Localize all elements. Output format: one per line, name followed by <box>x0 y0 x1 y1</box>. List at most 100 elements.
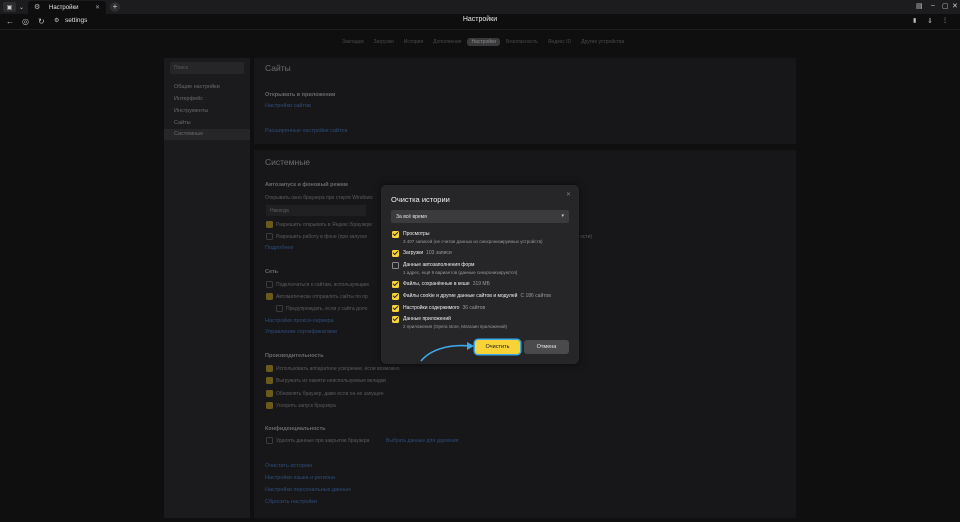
sidebar-item-general[interactable]: Общие настройки <box>164 82 250 93</box>
privacy-heading: Конфиденциальность <box>265 426 326 432</box>
tab-title: Настройки <box>49 4 79 11</box>
close-window-icon[interactable]: ✕ <box>952 2 958 10</box>
reset-settings-link[interactable]: Сбросить настройки <box>265 499 317 505</box>
allow-open-yandex-label: Разрешить открывать в Яндекс Браузере <box>276 222 373 228</box>
item-label: Просмотры <box>403 231 430 237</box>
checkbox-cookies[interactable] <box>392 292 399 300</box>
plus-icon: + <box>112 2 118 11</box>
performance-item: Ускорять запуск браузера <box>276 403 336 409</box>
checkbox[interactable] <box>266 293 273 300</box>
downloads-icon[interactable]: ⇓ <box>927 17 933 26</box>
item-subtext: 3 407 записей (не считая данных из синхр… <box>403 239 543 244</box>
advanced-site-settings-link[interactable]: Расширенные настройки сайтов <box>265 128 347 134</box>
minimize-icon[interactable]: – <box>931 2 935 9</box>
item-row: Файлы cookie и другие данные сайтов и мо… <box>403 293 551 299</box>
clear-history-link[interactable]: Очистить историю <box>265 463 312 469</box>
item-label: Данные автозаполнения форм <box>403 262 475 268</box>
checkbox-app-data[interactable] <box>392 315 399 323</box>
gear-icon: ⚙ <box>34 4 41 11</box>
checkbox-cache[interactable] <box>392 280 399 288</box>
checkbox[interactable] <box>266 365 273 372</box>
network-item: Автоматически отправлять сайты по пр <box>276 294 368 300</box>
bookmark-icon[interactable]: ▤ <box>916 2 923 10</box>
sidebar-item-tools[interactable]: Инструменты <box>164 106 250 117</box>
topnav-item[interactable]: Дополнения <box>429 38 465 46</box>
checkbox[interactable] <box>266 281 273 288</box>
clear-button[interactable]: Очистить <box>475 340 520 354</box>
item-label: Настройки содержимого <box>403 305 460 311</box>
topnav-item[interactable]: Безопасность <box>502 38 542 46</box>
autostart-heading: Автозапуск и фоновый режим <box>265 182 348 188</box>
item-row: Настройки содержимого 36 сайтов <box>403 305 485 311</box>
close-tab-icon[interactable]: ✕ <box>95 4 100 11</box>
checkbox[interactable] <box>266 437 273 444</box>
topnav-item[interactable]: Яндекс ID <box>544 38 575 46</box>
checkbox[interactable] <box>276 305 283 312</box>
more-icon[interactable]: ⋮ <box>942 17 948 26</box>
item-row: Файлы, сохранённые в кеше 319 МБ <box>403 281 490 287</box>
page-title: Настройки <box>462 16 498 23</box>
item-label: Данные приложений <box>403 316 451 322</box>
certificates-link[interactable]: Управление сертификатами <box>265 329 337 335</box>
network-item: Подключаться к сайтам, использующим <box>276 282 369 288</box>
topnav-item[interactable]: Закладки <box>338 38 368 46</box>
item-label: Файлы cookie и другие данные сайтов и мо… <box>403 293 518 299</box>
item-count: 319 МБ <box>472 281 490 287</box>
tabs-dropdown-button[interactable]: ⌄ <box>18 2 25 12</box>
open-in-app-heading: Открывать в приложении <box>265 92 336 98</box>
choose-data-link[interactable]: Выбрать данные для удаления <box>386 438 458 444</box>
checkbox[interactable] <box>266 233 273 240</box>
item-subtext: 2 приложения (Opera store, Магазин прило… <box>403 324 508 329</box>
proxy-settings-link[interactable]: Настройки прокси-сервера <box>265 318 334 324</box>
checkbox[interactable] <box>266 390 273 397</box>
item-subtext: 1 адрес, ещё 9 вариантов (данные синхрон… <box>403 270 518 275</box>
language-settings-link[interactable]: Настройки языка и региона <box>265 475 335 481</box>
topnav-item[interactable]: Другие устройства <box>577 38 628 46</box>
performance-item: Выгружать из памяти неиспользуемые вклад… <box>276 378 386 384</box>
new-tab-button[interactable]: + <box>110 2 120 12</box>
period-select[interactable]: За всё время ▾ <box>391 210 569 223</box>
tab-settings[interactable]: ⚙ Настройки ✕ <box>28 1 106 14</box>
dialog-title: Очистка истории <box>391 195 450 204</box>
sidebar-item-sites[interactable]: Сайты <box>164 118 250 129</box>
more-link[interactable]: Подробнее <box>265 245 294 251</box>
close-icon[interactable]: ✕ <box>566 191 571 198</box>
checkbox-views[interactable] <box>392 230 399 238</box>
checkbox[interactable] <box>266 402 273 409</box>
bookmark-page-icon[interactable]: ▮ <box>913 17 916 26</box>
settings-top-nav: Закладки Загрузки История Дополнения Нас… <box>338 38 630 46</box>
checkbox-downloads[interactable] <box>392 249 399 257</box>
chevron-down-icon: ⌄ <box>18 4 25 11</box>
site-settings-link[interactable]: Настройки сайтов <box>265 103 311 109</box>
topnav-item-active[interactable]: Настройки <box>467 38 501 46</box>
allow-background-label: Разрешить работу в фоне (при запуске <box>276 234 368 240</box>
checkbox-content-settings[interactable] <box>392 304 399 312</box>
performance-item: Использовать аппаратное ускорение, если … <box>276 366 400 372</box>
allow-background-suffix: ости) <box>580 234 593 240</box>
privacy-item: Удалять данные при закрытии браузера <box>276 438 370 444</box>
period-value: За всё время <box>396 213 427 220</box>
item-count: С 186 сайтов <box>520 293 551 299</box>
browser-menu-button[interactable]: ▣ <box>3 2 16 12</box>
topnav-item[interactable]: Загрузки <box>370 38 398 46</box>
cancel-button[interactable]: Отмена <box>524 340 569 354</box>
checkbox-autofill[interactable] <box>392 262 399 269</box>
sites-title: Сайты <box>265 63 291 73</box>
system-title: Системные <box>265 157 311 167</box>
performance-item: Обновлять браузер, даже если он не запущ… <box>276 391 384 397</box>
tab-bar: ▣ ⌄ ⚙ Настройки ✕ + ▤ – ▢ ✕ <box>0 0 960 14</box>
checkbox[interactable] <box>266 221 273 228</box>
yandex-logo-icon: ▣ <box>6 4 13 11</box>
checkbox[interactable] <box>266 377 273 384</box>
autostart-select[interactable]: Никогда <box>266 205 366 216</box>
topnav-item[interactable]: История <box>400 38 427 46</box>
item-count: 103 записи <box>426 250 452 256</box>
maximize-icon[interactable]: ▢ <box>942 2 949 10</box>
sidebar-item-interface[interactable]: Интерфейс <box>164 94 250 105</box>
personal-data-link[interactable]: Настройки персональных данных <box>265 487 351 493</box>
search-input[interactable]: Поиск <box>170 62 244 74</box>
item-row: Загрузки 103 записи <box>403 250 452 256</box>
network-item: Предупреждать, если у сайта доло <box>286 306 368 312</box>
sidebar-item-system[interactable]: Системные <box>164 129 250 140</box>
network-heading: Сеть <box>265 269 279 275</box>
